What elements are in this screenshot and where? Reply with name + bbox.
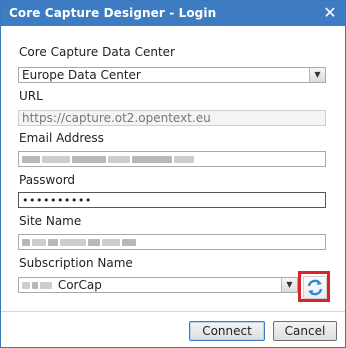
email-field[interactable]: [18, 151, 326, 167]
chevron-down-icon[interactable]: ▼: [309, 68, 325, 82]
login-dialog: Core Capture Designer - Login ✕ Core Cap…: [0, 0, 346, 348]
data-center-selected: Europe Data Center: [22, 68, 141, 82]
password-label: Password: [19, 173, 76, 187]
password-field[interactable]: ••••••••••: [18, 192, 326, 208]
subscription-label: Subscription Name: [19, 256, 133, 270]
password-value: ••••••••••: [22, 194, 92, 207]
redacted-text: [132, 156, 172, 163]
url-label: URL: [19, 89, 43, 103]
site-name-label: Site Name: [19, 214, 82, 228]
redacted-text: [88, 239, 100, 246]
chevron-down-icon[interactable]: ▼: [281, 278, 297, 292]
redacted-text: [32, 282, 38, 289]
redacted-text: [22, 282, 30, 289]
site-name-field[interactable]: [18, 234, 326, 250]
redacted-text: [32, 239, 46, 246]
refresh-highlight: [298, 271, 330, 302]
redacted-text: [60, 239, 86, 246]
footer-divider: [1, 311, 345, 312]
email-label: Email Address: [19, 131, 104, 145]
cancel-button[interactable]: Cancel: [273, 321, 337, 341]
subscription-value: CorCap: [57, 278, 102, 292]
dialog-title: Core Capture Designer - Login: [9, 6, 217, 20]
url-value: https://capture.ot2.opentext.eu: [22, 111, 211, 125]
close-icon[interactable]: ✕: [321, 3, 339, 23]
refresh-button[interactable]: [303, 276, 327, 299]
redacted-text: [72, 156, 106, 163]
redacted-text: [22, 156, 40, 163]
redacted-text: [174, 156, 194, 163]
refresh-icon: [307, 279, 323, 296]
redacted-text: [102, 239, 120, 246]
redacted-text: [122, 239, 136, 246]
redacted-text: [48, 239, 58, 246]
redacted-text: [40, 282, 52, 289]
redacted-text: [42, 156, 70, 163]
connect-button[interactable]: Connect: [189, 321, 265, 341]
data-center-label: Core Capture Data Center: [19, 45, 175, 59]
data-center-select[interactable]: Europe Data Center ▼: [18, 67, 326, 83]
title-bar: Core Capture Designer - Login ✕: [1, 1, 345, 26]
redacted-text: [22, 239, 30, 246]
redacted-text: [108, 156, 130, 163]
subscription-select[interactable]: CorCap ▼: [18, 277, 298, 293]
url-field: https://capture.ot2.opentext.eu: [18, 110, 326, 126]
